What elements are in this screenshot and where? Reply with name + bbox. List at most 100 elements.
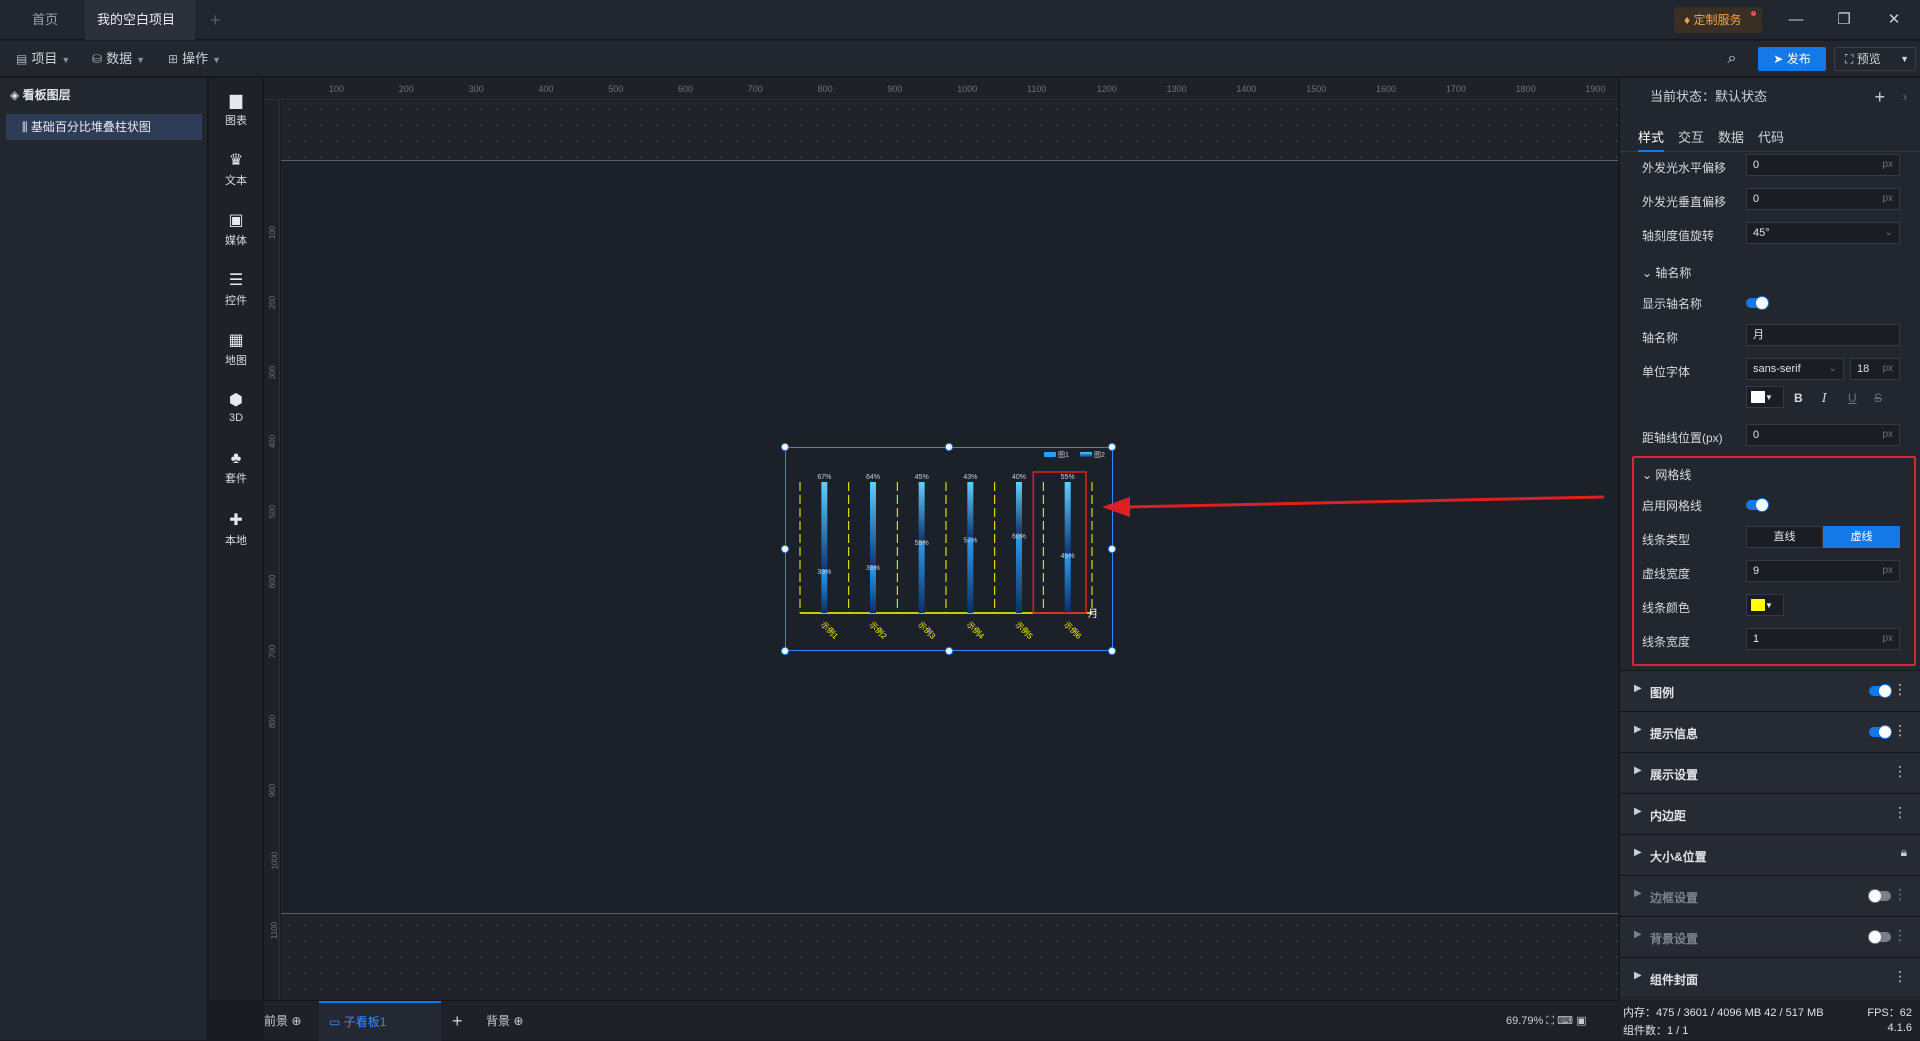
tab-code[interactable]: 代码 [1758,126,1784,152]
database-icon: ⛁ [92,52,103,66]
enable-grid-toggle[interactable] [1746,498,1769,512]
more-icon[interactable]: ⋮ [1893,968,1907,985]
tool-chart[interactable]: ▆ 图表 [209,90,263,128]
legend-toggle[interactable] [1869,684,1892,698]
tool-3d-label: 3D [228,412,244,424]
resize-handle[interactable] [945,647,953,655]
menu-data[interactable]: ⛁ 数据 ▼ [86,47,151,71]
bar-label-series1: 45% [1061,553,1075,560]
axis-name-input[interactable]: 月 [1746,324,1900,346]
more-icon[interactable]: ⋮ [1893,927,1907,944]
minimize-icon[interactable]: — [1784,8,1808,32]
section-cover[interactable]: ▶ 组件封面 ⋮ [1620,957,1920,997]
glow-v-input[interactable]: 0 px [1746,188,1900,210]
close-icon[interactable]: ✕ [1882,8,1906,32]
bar-label-series1: 36% [866,565,880,572]
axis-name-section[interactable]: ⌄ 轴名称 [1642,264,1691,281]
bold-icon[interactable]: B [1794,391,1803,405]
show-axis-name-toggle[interactable] [1746,296,1769,310]
preview-button[interactable]: ⛶ 预览 ▼ [1834,47,1916,71]
keyboard-icon[interactable]: ⌨ [1557,1015,1573,1027]
italic-icon[interactable]: I [1822,391,1827,405]
tab-my-project[interactable]: 我的空白项目 [85,0,195,65]
publish-label: 发布 [1786,52,1811,66]
zoom-level[interactable]: 69.79% ⛶ ⌨ ▣ [1506,1001,1587,1041]
sub-board-tab[interactable]: ▭ 子看板1 [319,1001,441,1041]
layer-item-chart[interactable]: ⫼ 基础百分比堆叠柱状图 [6,114,202,140]
chart-widget[interactable]: 33% 67% 示例1 36% 64% 示例2 55% 45% 示例3 57% 43% 示例4 60% 4… [781,443,1116,655]
line-width-input[interactable]: 1 px [1746,628,1900,650]
legend-swatch [1044,452,1056,457]
resize-handle[interactable] [1108,443,1116,451]
add-circle-icon[interactable]: ⊕ [291,1014,301,1028]
line-type-solid[interactable]: 直线 [1746,526,1823,548]
underline-icon[interactable]: U [1848,391,1857,405]
resize-handle[interactable] [781,443,789,451]
add-state-icon[interactable]: + [1874,78,1885,116]
line-color-picker[interactable]: ▼ [1746,594,1784,616]
menu-project[interactable]: ▤ 项目 ▼ [10,47,76,71]
tab-data[interactable]: 数据 [1718,126,1744,152]
chevron-right-icon[interactable]: › [1903,78,1907,116]
enable-grid-row: 启用网格线 [1642,492,1906,520]
tool-map[interactable]: ▦ 地图 [209,330,263,368]
resize-handle[interactable] [1108,545,1116,553]
more-icon[interactable]: ⋮ [1893,722,1907,739]
tool-control[interactable]: ☰ 控件 [209,270,263,308]
glow-h-input[interactable]: 0 px [1746,154,1900,176]
tool-kit[interactable]: ♣ 套件 [209,450,263,486]
section-border[interactable]: ▶ 边框设置 ⋮ [1620,875,1920,915]
bar-series2 [967,482,974,538]
lock-icon[interactable]: 🔒︎ [1901,845,1907,860]
more-icon[interactable]: ⋮ [1893,681,1907,698]
add-board-icon[interactable]: + [452,1009,463,1033]
tool-text[interactable]: ♛ 文本 [209,150,263,188]
axis-offset-input[interactable]: 0 px [1746,424,1900,446]
fit-screen-icon[interactable]: ⛶ [1546,1015,1554,1027]
terminal-icon[interactable]: ▣ [1576,1015,1586,1027]
section-tooltip[interactable]: ▶ 提示信息 ⋮ [1620,711,1920,751]
resize-handle[interactable] [1108,647,1116,655]
gridline-section[interactable]: ⌄ 网格线 [1642,466,1691,483]
background-toggle[interactable] [1868,930,1891,944]
back-tab[interactable]: 背景 ⊕ [486,1009,523,1033]
tick-rotation-select[interactable]: 45° ⌄ [1746,222,1900,244]
search-icon[interactable]: ⌕ [1720,48,1744,72]
font-size-input[interactable]: 18 px [1850,358,1900,380]
resize-handle[interactable] [945,443,953,451]
tool-3d[interactable]: ⬢ 3D [209,390,263,424]
border-toggle[interactable] [1868,889,1891,903]
tool-media[interactable]: ▣ 媒体 [209,210,263,248]
section-display[interactable]: ▶ 展示设置 ⋮ [1620,752,1920,792]
section-legend[interactable]: ▶ 图例 ⋮ [1620,670,1920,710]
tab-home[interactable]: 首页 [20,0,70,40]
resize-handle[interactable] [781,545,789,553]
tab-interaction[interactable]: 交互 [1678,126,1704,152]
add-circle-icon[interactable]: ⊕ [513,1014,523,1028]
font-color-picker[interactable]: ▼ [1746,386,1784,408]
section-background[interactable]: ▶ 背景设置 ⋮ [1620,916,1920,956]
tooltip-toggle[interactable] [1869,725,1892,739]
more-icon[interactable]: ⋮ [1893,763,1907,780]
bar-series2 [821,482,828,569]
front-tab[interactable]: 前景 ⊕ [264,1009,301,1033]
section-padding[interactable]: ▶ 内边距 ⋮ [1620,793,1920,833]
section-size-position[interactable]: ▶ 大小&位置 🔒︎ [1620,834,1920,874]
font-family-select[interactable]: sans-serif ⌄ [1746,358,1844,380]
add-tab-icon[interactable]: + [210,0,221,40]
custom-service-button[interactable]: ♦ 定制服务 [1674,7,1762,33]
resize-handle[interactable] [781,647,789,655]
more-icon[interactable]: ⋮ [1893,886,1907,903]
strikethrough-icon[interactable]: S [1874,391,1882,405]
ruler-tick-label: 1900 [1585,84,1606,94]
line-type-dashed[interactable]: 虚线 [1823,526,1900,548]
menu-operate[interactable]: ⊞ 操作 ▼ [162,47,227,71]
more-icon[interactable]: ⋮ [1893,804,1907,821]
tab-style[interactable]: 样式 [1638,126,1665,152]
dash-width-input[interactable]: 9 px [1746,560,1900,582]
restore-icon[interactable]: ❐ [1832,8,1856,32]
tool-local[interactable]: ✚ 本地 [209,510,263,548]
bar-label-series2: 43% [963,474,977,481]
publish-button[interactable]: ➤ 发布 [1758,47,1826,71]
title-bar: 首页 我的空白项目 + ♦ 定制服务 — ❐ ✕ [0,0,1920,65]
